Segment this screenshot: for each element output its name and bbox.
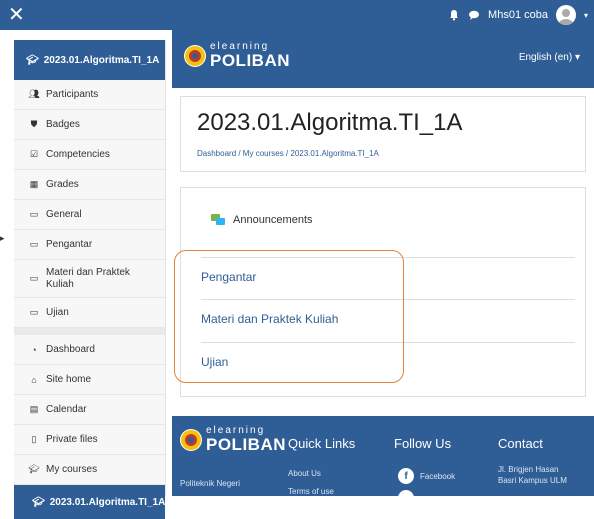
users-icon: 👥︎ — [28, 89, 40, 99]
page-footer: elearning POLIBAN Politeknik Negeri Quic… — [172, 416, 594, 506]
calendar-icon: ▤ — [29, 404, 39, 414]
sidebar-item-label: General — [46, 208, 82, 220]
sidebar-item-dashboard[interactable]: ◔ Dashboard — [14, 335, 165, 365]
sidebar-item-materi[interactable]: ▭ Materi dan Praktek Kuliah — [14, 260, 165, 298]
sidebar-item-label: Materi dan Praktek Kuliah — [46, 266, 130, 290]
sidebar-item-badges[interactable]: ⛊ Badges — [14, 110, 165, 140]
divider — [201, 299, 575, 300]
top-navbar: ✕ Mhs01 coba ▾ — [0, 0, 594, 30]
emblem-icon — [184, 44, 206, 67]
sidebar-course-label: 2023.01.Algoritma.TI_1A — [43, 54, 160, 66]
footer-link-about[interactable]: About Us — [288, 468, 321, 479]
facebook-icon: f — [398, 468, 414, 484]
sidebar-course-header[interactable]: 🎓︎ 2023.01.Algoritma.TI_1A — [14, 40, 165, 80]
shield-icon: ⛊ — [30, 119, 38, 129]
dashboard-icon: ◔ — [31, 344, 37, 355]
divider — [201, 257, 575, 258]
close-drawer-icon[interactable]: ✕ — [8, 3, 25, 27]
footer-logo[interactable]: elearning POLIBAN — [180, 426, 286, 453]
user-name[interactable]: Mhs01 coba — [488, 9, 548, 21]
sidebar-item-label: My courses — [46, 463, 98, 475]
sidebar-item-active-course[interactable]: 🎓︎ 2023.01.Algoritma.TI_1A — [14, 485, 165, 519]
page-title: 2023.01.Algoritma.TI_1A — [197, 109, 463, 136]
facebook-label: Facebook — [420, 471, 456, 481]
contact-line-1: Jl. Brigjen Hasan — [498, 465, 559, 474]
language-selector[interactable]: English (en) ▾ — [519, 52, 580, 63]
follow-us-heading: Follow Us — [394, 436, 452, 451]
logo-big-text: POLIBAN — [206, 435, 286, 454]
folder-icon: ▭ — [29, 239, 39, 249]
forum-icon — [211, 214, 225, 225]
sidebar-item-label: Private files — [46, 433, 98, 445]
sidebar: 🎓︎ 2023.01.Algoritma.TI_1A 👥︎ Participan… — [14, 40, 166, 519]
sidebar-item-label: 2023.01.Algoritma.TI_1A — [49, 496, 166, 508]
sidebar-item-competencies[interactable]: ☑ Competencies — [14, 140, 165, 170]
sidebar-item-label: Ujian — [46, 306, 69, 318]
site-logo[interactable]: elearning POLIBAN — [184, 42, 290, 69]
chevron-down-icon[interactable]: ▾ — [584, 11, 588, 20]
sidebar-item-grades[interactable]: ▦ Grades — [14, 170, 165, 200]
section-ujian[interactable]: Ujian — [201, 355, 228, 369]
section-materi[interactable]: Materi dan Praktek Kuliah — [201, 312, 338, 326]
home-icon: ⌂ — [31, 374, 37, 385]
sidebar-item-general[interactable]: ▭ General — [14, 200, 165, 230]
page-header: elearning POLIBAN English (en) ▾ — [172, 30, 594, 88]
announcements-link[interactable]: Announcements — [211, 214, 313, 226]
contact-line-2: Basri Kampus ULM — [498, 476, 567, 485]
sidebar-item-my-courses[interactable]: 🎓︎ My courses — [14, 455, 165, 485]
course-header-card: 2023.01.Algoritma.TI_1A Dashboard / My c… — [180, 96, 586, 172]
user-menu-area: Mhs01 coba ▾ — [448, 0, 588, 30]
checkbox-icon: ☑ — [29, 149, 39, 159]
facebook-link[interactable]: f Facebook — [398, 468, 455, 484]
sidebar-item-calendar[interactable]: ▤ Calendar — [14, 395, 165, 425]
sidebar-item-private-files[interactable]: ▯ Private files — [14, 425, 165, 455]
contact-heading: Contact — [498, 436, 543, 451]
sidebar-item-label: Badges — [46, 118, 80, 130]
folder-icon: ▭ — [29, 307, 39, 317]
left-edge — [0, 30, 8, 496]
announcements-label: Announcements — [233, 214, 313, 226]
sidebar-separator — [14, 328, 165, 335]
sidebar-item-label: Dashboard — [46, 343, 95, 355]
sidebar-item-participants[interactable]: 👥︎ Participants — [14, 80, 165, 110]
sidebar-item-label: Site home — [46, 373, 92, 385]
chat-icon[interactable] — [468, 9, 480, 21]
sidebar-item-label: Participants — [46, 88, 99, 100]
emblem-icon — [180, 428, 202, 451]
sidebar-item-label: Grades — [46, 178, 79, 190]
file-icon: ▯ — [31, 434, 37, 444]
graduation-cap-icon: 🎓︎ — [28, 464, 40, 474]
folder-icon: ▭ — [29, 209, 39, 219]
quick-links-heading: Quick Links — [288, 436, 356, 451]
avatar[interactable] — [555, 5, 576, 25]
table-icon: ▦ — [29, 179, 39, 189]
graduation-cap-icon: 🎓︎ — [26, 54, 39, 66]
graduation-cap-icon: 🎓︎ — [32, 496, 45, 508]
sidebar-item-site-home[interactable]: ⌂ Site home — [14, 365, 165, 395]
logo-big-text: POLIBAN — [210, 51, 290, 70]
divider — [201, 342, 575, 343]
arrow-right-icon: ▸ — [0, 233, 5, 243]
breadcrumb[interactable]: Dashboard / My courses / 2023.01.Algorit… — [197, 149, 379, 158]
sidebar-item-label: Competencies — [46, 148, 110, 160]
sidebar-item-label: Calendar — [46, 403, 87, 415]
sidebar-item-label: Pengantar — [46, 238, 93, 250]
sidebar-item-pengantar[interactable]: ▭ Pengantar — [14, 230, 165, 260]
folder-icon: ▭ — [29, 273, 39, 283]
bell-icon[interactable] — [448, 9, 460, 21]
footer-link-terms[interactable]: Terms of use — [288, 486, 334, 497]
course-content-card: Announcements Pengantar Materi dan Prakt… — [180, 187, 586, 397]
social-icon[interactable] — [398, 490, 414, 506]
footer-org-text: Politeknik Negeri — [180, 479, 241, 488]
sidebar-item-ujian[interactable]: ▭ Ujian — [14, 298, 165, 328]
section-pengantar[interactable]: Pengantar — [201, 270, 256, 284]
